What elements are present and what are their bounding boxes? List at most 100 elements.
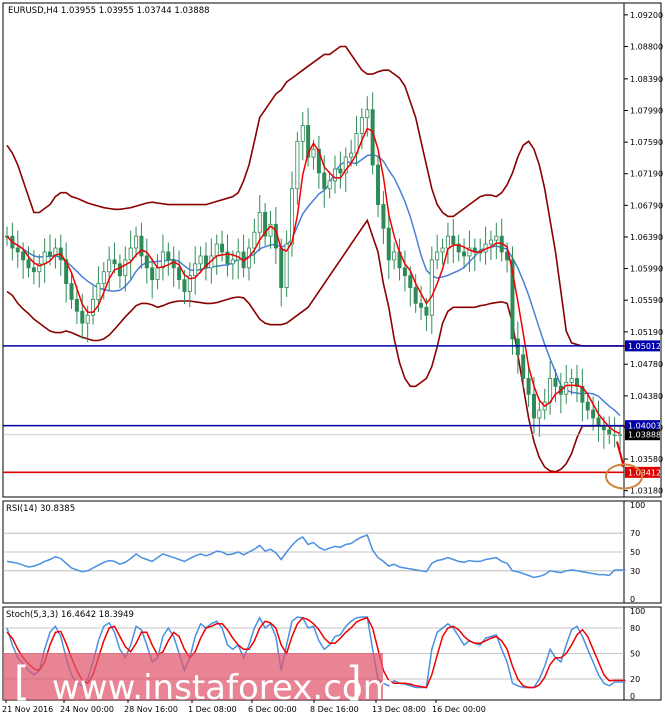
- candle-body: [198, 255, 203, 265]
- candle-body: [48, 251, 53, 257]
- y-tick-label: 1.09200: [630, 11, 663, 20]
- level-tag-text: 1.03412: [628, 468, 661, 477]
- x-tick-label: 8 Dec 16:00: [310, 705, 359, 714]
- candle-body: [107, 259, 112, 273]
- candle-body: [381, 204, 386, 229]
- candle-body: [521, 354, 526, 379]
- candle-body: [101, 271, 106, 284]
- chart-canvas: 1.09200 1.08800 1.08390 1.07990 1.07590 1.071…: [2, 2, 663, 714]
- candle-body: [607, 429, 612, 435]
- candle-body: [596, 417, 601, 427]
- candle-body: [295, 140, 300, 190]
- candle-body: [257, 212, 262, 233]
- candle-body: [494, 235, 499, 241]
- candle-body: [322, 172, 327, 190]
- candle-body: [134, 235, 139, 249]
- candle-body: [408, 275, 413, 288]
- candle-body: [338, 168, 343, 174]
- candle-body: [419, 302, 424, 308]
- candle-body: [144, 255, 149, 269]
- candle-body: [279, 247, 284, 288]
- level-tag-text: 1.05012: [628, 342, 661, 351]
- candle-body: [402, 267, 407, 277]
- candle-body: [42, 251, 47, 265]
- candle-body: [392, 251, 397, 261]
- candle-body: [177, 267, 182, 281]
- candle-body: [21, 251, 26, 261]
- x-tick-label: 28 Nov 16:00: [124, 705, 178, 714]
- y-tick-label: 1.04380: [630, 392, 663, 401]
- candle-body: [413, 287, 418, 304]
- candle-body: [300, 125, 305, 142]
- y-tick-label: 1.06390: [630, 233, 663, 242]
- candle-body: [591, 409, 596, 419]
- candle-body: [139, 235, 144, 257]
- candle-body: [214, 243, 219, 257]
- candle-body: [182, 279, 187, 292]
- candle-body: [537, 409, 542, 419]
- y-tick-label: 1.07190: [630, 170, 663, 179]
- stoch-y-tick: 80: [630, 624, 640, 633]
- candle-body: [451, 235, 456, 245]
- candle-body: [359, 117, 364, 134]
- stoch-y-tick: 20: [630, 675, 640, 684]
- candle-body: [569, 378, 574, 383]
- candle-body: [69, 283, 74, 300]
- candle-body: [155, 267, 160, 281]
- rsi-y-tick: 50: [630, 548, 640, 557]
- candle-body: [31, 267, 36, 273]
- candle-body: [515, 338, 520, 356]
- candle-body: [585, 401, 590, 411]
- x-tick-label: 24 Nov 00:00: [60, 705, 114, 714]
- candle-body: [193, 263, 198, 277]
- candle-body: [526, 378, 531, 395]
- candle-body: [15, 247, 20, 253]
- rsi-y-tick: 0: [630, 595, 635, 604]
- instaforex-watermark: [www.instaforex.com]: [3, 653, 396, 708]
- y-tick-label: 1.05190: [630, 328, 663, 337]
- rsi-y-tick: 100: [630, 501, 645, 510]
- candle-body: [553, 378, 558, 387]
- candle-body: [435, 251, 440, 261]
- x-tick-label: 6 Dec 00:00: [248, 705, 297, 714]
- x-tick-label: 21 Nov 2016: [2, 705, 53, 714]
- candle-body: [333, 168, 338, 182]
- watermark-text: www.instaforex.com: [52, 668, 396, 708]
- candle-body: [311, 148, 316, 158]
- candle-body: [220, 243, 225, 253]
- candle-body: [85, 314, 90, 324]
- x-tick-label: 16 Dec 00:00: [432, 705, 486, 714]
- candle-body: [349, 152, 354, 158]
- candle-body: [548, 378, 553, 403]
- watermark-bracket-right: ]: [346, 659, 362, 705]
- candle-body: [26, 259, 31, 269]
- y-tick-label: 1.08800: [630, 42, 663, 51]
- candle-body: [445, 235, 450, 249]
- stoch-y-tick: 0: [630, 692, 635, 701]
- candle-body: [462, 251, 467, 257]
- candle-body: [150, 267, 155, 281]
- y-tick-label: 1.05590: [630, 296, 663, 305]
- y-tick-label: 1.06790: [630, 201, 663, 210]
- candle-body: [365, 109, 370, 119]
- y-tick-label: 1.05990: [630, 265, 663, 274]
- candle-body: [230, 259, 235, 265]
- chart-window: 1.09200 1.08800 1.08390 1.07990 1.07590 1.071…: [0, 0, 665, 720]
- candle-body: [123, 259, 128, 277]
- x-tick-label: 13 Dec 08:00: [372, 705, 426, 714]
- candle-body: [488, 239, 493, 245]
- rsi-y-tick: 30: [630, 567, 640, 576]
- y-tick-label: 1.07990: [630, 106, 663, 115]
- candle-body: [601, 425, 606, 431]
- candle-body: [96, 283, 101, 300]
- candle-body: [429, 259, 434, 316]
- candle-body: [112, 259, 117, 265]
- candle-body: [160, 251, 165, 269]
- y-tick-label: 1.07590: [630, 138, 663, 147]
- rsi-header: RSI(14) 30.8385: [6, 504, 75, 514]
- candle-body: [531, 393, 536, 419]
- stoch-y-tick: 50: [630, 650, 640, 659]
- candle-body: [80, 310, 85, 324]
- level-tag-text: 1.03888: [628, 431, 661, 440]
- candle-body: [386, 227, 391, 261]
